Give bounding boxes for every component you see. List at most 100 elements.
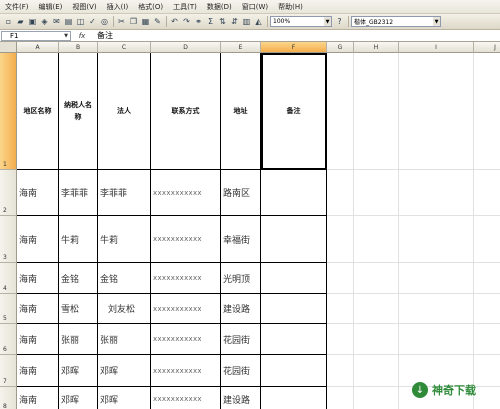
table-cell[interactable]: xxxxxxxxxxx <box>151 263 221 294</box>
table-cell[interactable]: 雪松 <box>59 294 98 324</box>
column-header[interactable]: I <box>399 42 474 53</box>
select-all-corner[interactable] <box>0 42 17 53</box>
print-preview-icon[interactable]: ◫ <box>75 16 86 27</box>
grid-cell[interactable] <box>474 263 500 294</box>
grid-cell[interactable] <box>354 263 399 294</box>
row-header[interactable]: 2 <box>0 170 17 216</box>
chart-wizard-icon[interactable]: ▥ <box>241 16 252 27</box>
table-cell[interactable] <box>261 294 327 324</box>
grid-cell[interactable] <box>474 170 500 216</box>
header-cell[interactable]: 法人 <box>98 53 151 170</box>
permission-icon[interactable]: ◈ <box>39 16 50 27</box>
new-file-icon[interactable]: ▫ <box>3 16 14 27</box>
spelling-icon[interactable]: ✓ <box>87 16 98 27</box>
grid-cell[interactable] <box>327 355 354 387</box>
name-box[interactable]: F1 ▼ <box>1 30 71 41</box>
header-cell[interactable]: 纳税人名称 <box>59 53 98 170</box>
column-header[interactable]: C <box>98 42 151 53</box>
chevron-down-icon[interactable]: ▼ <box>324 17 331 26</box>
table-cell[interactable]: 牛莉 <box>59 216 98 263</box>
table-cell[interactable]: 邓晖 <box>98 355 151 387</box>
grid-cell[interactable] <box>327 294 354 324</box>
help-icon[interactable]: ? <box>334 16 345 27</box>
drawing-icon[interactable]: ◭ <box>253 16 264 27</box>
format-painter-icon[interactable]: ✎ <box>152 16 163 27</box>
grid-cell[interactable] <box>399 170 474 216</box>
copy-icon[interactable]: ❐ <box>128 16 139 27</box>
header-cell[interactable]: 备注 <box>261 53 327 170</box>
row-header[interactable]: 4 <box>0 263 17 294</box>
chevron-down-icon[interactable]: ▼ <box>433 17 440 26</box>
column-header[interactable]: E <box>221 42 261 53</box>
table-cell[interactable]: 建设路 <box>221 387 261 409</box>
sort-descending-icon[interactable]: ⇵ <box>229 16 240 27</box>
table-cell[interactable]: 邓晖 <box>98 387 151 409</box>
paste-icon[interactable]: ▦ <box>140 16 151 27</box>
column-header[interactable]: G <box>327 42 354 53</box>
grid-cell[interactable] <box>474 294 500 324</box>
table-cell[interactable]: 刘友松 <box>98 294 151 324</box>
grid-cell[interactable] <box>399 53 474 170</box>
grid-cell[interactable] <box>327 324 354 355</box>
table-cell[interactable]: 光明顶 <box>221 263 261 294</box>
font-select[interactable]: 楷体_GB2312 ▼ <box>351 16 441 27</box>
zoom-select[interactable]: 100% ▼ <box>270 16 332 27</box>
grid-cell[interactable] <box>399 263 474 294</box>
table-cell[interactable] <box>261 387 327 409</box>
table-cell[interactable]: 海南 <box>17 263 59 294</box>
grid-cell[interactable] <box>399 324 474 355</box>
grid-cell[interactable] <box>354 324 399 355</box>
insert-function-icon[interactable]: fx <box>71 32 93 40</box>
menu-file[interactable]: 文件(F) <box>0 2 34 12</box>
column-header[interactable]: B <box>59 42 98 53</box>
menu-view[interactable]: 视图(V) <box>67 2 101 12</box>
column-header[interactable]: H <box>354 42 399 53</box>
autosum-icon[interactable]: Σ <box>205 16 216 27</box>
table-cell[interactable] <box>261 170 327 216</box>
sort-ascending-icon[interactable]: ⇅ <box>217 16 228 27</box>
grid-cell[interactable] <box>354 216 399 263</box>
table-cell[interactable]: 牛莉 <box>98 216 151 263</box>
column-header[interactable]: D <box>151 42 221 53</box>
grid-cell[interactable] <box>354 387 399 409</box>
row-header[interactable]: 1 <box>0 53 17 170</box>
hyperlink-icon[interactable]: ⚭ <box>193 16 204 27</box>
menu-insert[interactable]: 插入(I) <box>102 2 134 12</box>
save-icon[interactable]: ▣ <box>27 16 38 27</box>
table-cell[interactable]: 海南 <box>17 216 59 263</box>
table-cell[interactable]: xxxxxxxxxxx <box>151 324 221 355</box>
chevron-down-icon[interactable]: ▼ <box>62 32 70 40</box>
menu-help[interactable]: 帮助(H) <box>273 2 308 12</box>
table-cell[interactable]: 路南区 <box>221 170 261 216</box>
table-cell[interactable]: 海南 <box>17 355 59 387</box>
header-cell[interactable]: 地址 <box>221 53 261 170</box>
table-cell[interactable]: xxxxxxxxxxx <box>151 355 221 387</box>
table-cell[interactable] <box>261 324 327 355</box>
table-cell[interactable]: 花园街 <box>221 324 261 355</box>
table-cell[interactable]: xxxxxxxxxxx <box>151 294 221 324</box>
table-cell[interactable]: 海南 <box>17 294 59 324</box>
table-cell[interactable]: 金铭 <box>59 263 98 294</box>
grid-cell[interactable] <box>327 170 354 216</box>
column-header[interactable]: A <box>17 42 59 53</box>
grid-cell[interactable] <box>327 53 354 170</box>
table-cell[interactable]: 李菲菲 <box>98 170 151 216</box>
grid-cell[interactable] <box>327 216 354 263</box>
grid-cell[interactable] <box>399 294 474 324</box>
table-cell[interactable] <box>261 263 327 294</box>
grid-cell[interactable] <box>354 294 399 324</box>
table-cell[interactable]: 建设路 <box>221 294 261 324</box>
header-cell[interactable]: 地区名称 <box>17 53 59 170</box>
table-cell[interactable]: 幸福街 <box>221 216 261 263</box>
table-cell[interactable]: 金铭 <box>98 263 151 294</box>
menu-edit[interactable]: 编辑(E) <box>34 2 68 12</box>
formula-input[interactable]: 备注 <box>93 30 113 41</box>
table-cell[interactable]: 海南 <box>17 170 59 216</box>
grid-cell[interactable] <box>354 170 399 216</box>
cut-icon[interactable]: ✂ <box>116 16 127 27</box>
menu-window[interactable]: 窗口(W) <box>237 2 273 12</box>
email-icon[interactable]: ✉ <box>51 16 62 27</box>
table-cell[interactable] <box>261 216 327 263</box>
grid-cell[interactable] <box>354 355 399 387</box>
menu-format[interactable]: 格式(O) <box>133 2 168 12</box>
